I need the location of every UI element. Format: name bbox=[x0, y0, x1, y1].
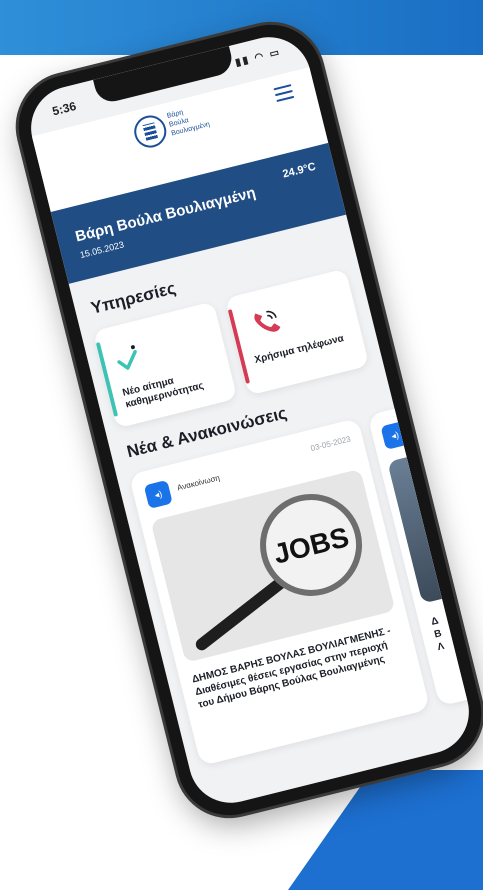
announcement-icon: ◂) bbox=[143, 479, 173, 509]
phone-mockup: 5:36 ▮▮ ◠ ▭ Βάρη Βούλα Βουλιαγμένη Βάρη … bbox=[7, 13, 483, 827]
service-card-new-request[interactable]: Νέο αίτημα καθημερινότητας bbox=[92, 301, 238, 429]
phone-icon bbox=[254, 310, 281, 332]
status-icons: ▮▮ ◠ ▭ bbox=[234, 46, 283, 69]
check-icon bbox=[117, 345, 137, 370]
status-time: 5:36 bbox=[50, 99, 78, 119]
phone-screen: 5:36 ▮▮ ◠ ▭ Βάρη Βούλα Βουλιαγμένη Βάρη … bbox=[22, 28, 478, 812]
service-label: Νέο αίτημα καθημερινότητας bbox=[121, 375, 205, 411]
news-headline-partial: Δ Β Λ bbox=[430, 615, 446, 654]
news-category: Ανακοίνωση bbox=[176, 473, 221, 493]
logo-text: Βάρη Βούλα Βουλιαγμένη bbox=[166, 103, 211, 139]
news-image bbox=[387, 447, 478, 604]
hamburger-menu-icon[interactable] bbox=[273, 84, 295, 103]
announcement-icon: ◂) bbox=[380, 420, 410, 450]
phone-frame: 5:36 ▮▮ ◠ ▭ Βάρη Βούλα Βουλιαγμένη Βάρη … bbox=[7, 13, 483, 827]
news-date: 03-05-2023 bbox=[309, 434, 352, 454]
temperature: 24.9°C bbox=[281, 160, 318, 181]
service-card-useful-phones[interactable]: Χρήσιμα τηλέφωνα bbox=[224, 268, 370, 396]
emblem-icon bbox=[130, 112, 170, 151]
